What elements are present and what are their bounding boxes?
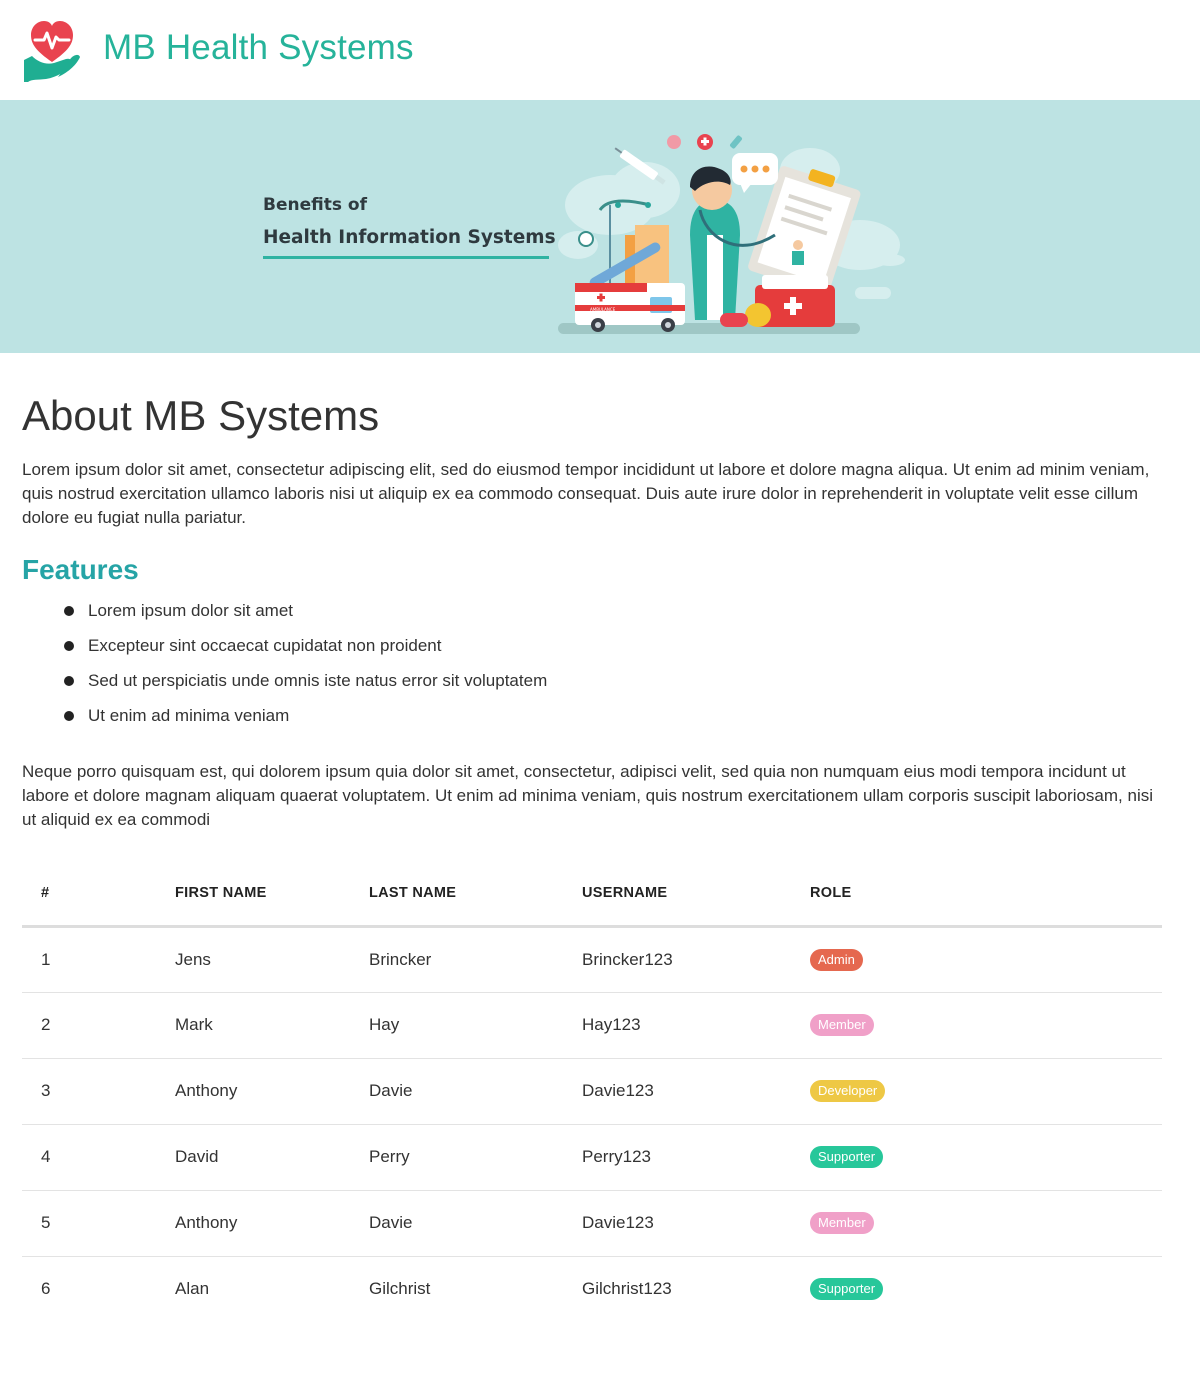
header-last-name: LAST NAME bbox=[369, 862, 582, 928]
feature-item: Excepteur sint occaecat cupidatat non pr… bbox=[64, 634, 547, 669]
cell-username: Hay123 bbox=[582, 992, 810, 1059]
users-table: # FIRST NAME LAST NAME USERNAME ROLE 1 J… bbox=[22, 862, 1162, 1322]
cell-last-name: Davie bbox=[369, 1058, 582, 1125]
table-row: 6 Alan Gilchrist Gilchrist123 Supporter bbox=[22, 1256, 1162, 1322]
role-badge: Developer bbox=[810, 1080, 886, 1102]
cell-last-name: Gilchrist bbox=[369, 1279, 431, 1299]
cell-num: 6 bbox=[41, 1279, 51, 1299]
role-badge: Supporter bbox=[810, 1146, 884, 1168]
role-badge: Supporter bbox=[810, 1278, 884, 1301]
bullet-icon bbox=[64, 641, 74, 651]
feature-text: Lorem ipsum dolor sit amet bbox=[88, 601, 294, 620]
cell-role: Developer bbox=[810, 1058, 1162, 1125]
site-header: MB Health Systems bbox=[0, 0, 1200, 100]
cell-first-name: Anthony bbox=[175, 1058, 369, 1125]
cell-num: 1 bbox=[22, 926, 175, 993]
banner-line-2: Health Information Systems bbox=[263, 227, 556, 248]
cell-num: 3 bbox=[22, 1058, 175, 1125]
table-header-row: # FIRST NAME LAST NAME USERNAME ROLE bbox=[22, 862, 1162, 928]
cell-last-name: Brincker bbox=[369, 926, 582, 993]
table-row: 5 Anthony Davie Davie123 Member bbox=[22, 1190, 1162, 1257]
feature-text: Excepteur sint occaecat cupidatat non pr… bbox=[88, 636, 442, 655]
header-num: # bbox=[22, 862, 175, 928]
heart-hand-icon bbox=[24, 21, 80, 82]
about-paragraph: Lorem ipsum dolor sit amet, consectetur … bbox=[22, 460, 1150, 527]
header-first-name: FIRST NAME bbox=[175, 862, 369, 928]
cell-first-name: Mark bbox=[175, 992, 369, 1059]
banner-line-1: Benefits of bbox=[263, 195, 367, 215]
cell-username: Davie123 bbox=[582, 1190, 810, 1257]
hero-banner: Benefits of Health Information Systems A… bbox=[0, 100, 1200, 353]
cell-username: Gilchrist123 bbox=[582, 1279, 672, 1299]
table-row: 2 Mark Hay Hay123 Member bbox=[22, 992, 1162, 1059]
cell-first-name: Alan bbox=[175, 1279, 210, 1299]
table-row: 1 Jens Brincker Brincker123 Admin bbox=[22, 926, 1162, 993]
cell-last-name: Davie bbox=[369, 1190, 582, 1257]
cell-last-name: Hay bbox=[369, 992, 582, 1059]
table-row: 4 David Perry Perry123 Supporter bbox=[22, 1124, 1162, 1191]
ambulance-label: AMBULANCE bbox=[590, 307, 616, 312]
cell-num: 2 bbox=[22, 992, 175, 1059]
cell-role: Admin bbox=[810, 926, 1162, 993]
feature-text: Sed ut perspiciatis unde omnis iste natu… bbox=[88, 671, 548, 690]
cell-role: Member bbox=[810, 1190, 1162, 1257]
feature-item: Lorem ipsum dolor sit amet bbox=[64, 599, 547, 634]
cell-first-name: David bbox=[175, 1124, 369, 1191]
feature-text: Ut enim ad minima veniam bbox=[88, 706, 290, 725]
cell-role: Supporter bbox=[810, 1256, 1162, 1322]
about-title: About MB Systems bbox=[22, 392, 380, 439]
table-row: 3 Anthony Davie Davie123 Developer bbox=[22, 1058, 1162, 1125]
banner-underline bbox=[263, 256, 549, 259]
brand-name[interactable]: MB Health Systems bbox=[103, 28, 414, 68]
feature-item: Ut enim ad minima veniam bbox=[64, 704, 547, 739]
features-title: Features bbox=[22, 554, 139, 585]
cell-username: Perry123 bbox=[582, 1124, 810, 1191]
header-role: ROLE bbox=[810, 862, 1162, 928]
cell-role: Supporter bbox=[810, 1124, 1162, 1191]
role-badge: Member bbox=[810, 1212, 874, 1234]
header-username: USERNAME bbox=[582, 862, 810, 928]
bullet-icon bbox=[64, 676, 74, 686]
neque-paragraph: Neque porro quisquam est, qui dolorem ip… bbox=[22, 762, 1154, 829]
cell-first-name: Jens bbox=[175, 926, 369, 993]
cell-num: 4 bbox=[22, 1124, 175, 1191]
role-badge: Member bbox=[810, 1014, 874, 1036]
cell-role: Member bbox=[810, 992, 1162, 1059]
cell-username: Davie123 bbox=[582, 1058, 810, 1125]
features-list: Lorem ipsum dolor sit amet Excepteur sin… bbox=[64, 599, 547, 739]
role-badge: Admin bbox=[810, 948, 863, 971]
medical-illustration: AMBULANCE bbox=[558, 134, 905, 334]
cell-username: Brincker123 bbox=[582, 926, 810, 993]
cell-num: 5 bbox=[22, 1190, 175, 1257]
bullet-icon bbox=[64, 606, 74, 616]
cell-first-name: Anthony bbox=[175, 1190, 369, 1257]
feature-item: Sed ut perspiciatis unde omnis iste natu… bbox=[64, 669, 547, 704]
cell-last-name: Perry bbox=[369, 1124, 582, 1191]
bullet-icon bbox=[64, 711, 74, 721]
